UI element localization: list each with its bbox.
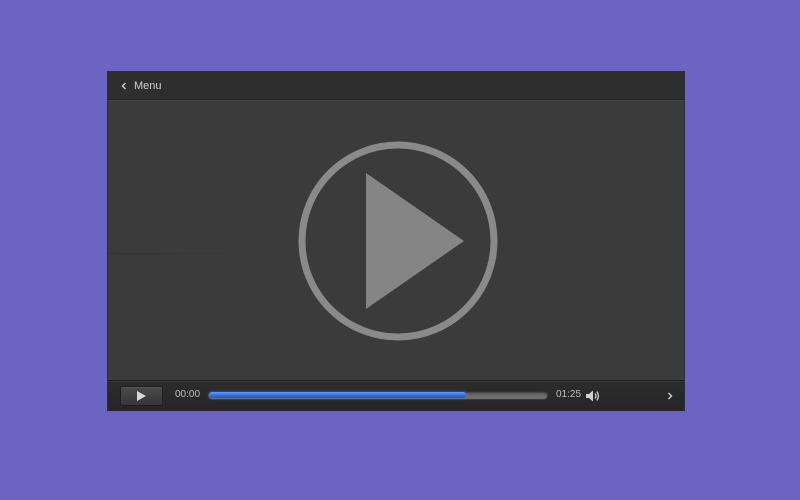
speaker-icon[interactable]: [585, 389, 601, 403]
chevron-right-icon[interactable]: [666, 391, 674, 401]
video-area[interactable]: [108, 100, 684, 380]
total-time: 01:25: [556, 389, 582, 400]
chevron-left-icon: [121, 82, 126, 90]
control-bar: 00:00 01:25: [108, 380, 684, 411]
menu-label: Menu: [134, 80, 162, 92]
progress-bar[interactable]: [208, 391, 548, 399]
menu-button[interactable]: Menu: [120, 79, 162, 93]
play-icon: [137, 391, 146, 401]
progress-fill: [209, 392, 466, 398]
video-player: Menu 00:00 01:25: [108, 72, 684, 411]
play-circle-icon[interactable]: [298, 141, 498, 341]
current-time: 00:00: [175, 389, 201, 400]
divider: [108, 253, 233, 254]
play-button[interactable]: [120, 386, 163, 406]
top-bar: Menu: [108, 72, 684, 100]
